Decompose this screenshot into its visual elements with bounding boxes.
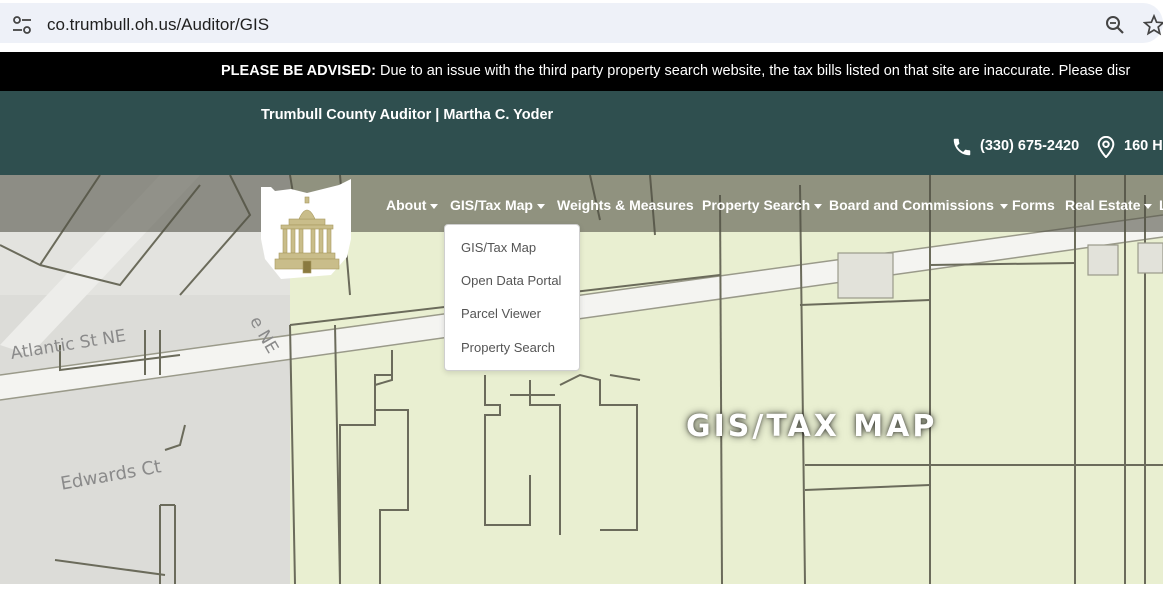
dropdown-item-open-data-portal[interactable]: Open Data Portal: [461, 273, 561, 288]
chevron-down-icon: [814, 203, 823, 209]
phone-icon: [953, 138, 971, 156]
url-text[interactable]: co.trumbull.oh.us/Auditor/GIS: [47, 15, 269, 35]
advisory-banner: PLEASE BE ADVISED: Due to an issue with …: [0, 52, 1163, 91]
nav-board-commissions[interactable]: Board and Commissions: [829, 197, 1008, 213]
nav-forms[interactable]: Forms: [1012, 197, 1055, 213]
advisory-label: PLEASE BE ADVISED:: [221, 63, 376, 79]
zoom-icon[interactable]: [1104, 14, 1126, 36]
gis-map-banner: Atlantic St NE e NE Edwards Ct: [0, 175, 1163, 584]
site-name[interactable]: Trumbull County Auditor | Martha C. Yode…: [261, 107, 553, 123]
location-pin-icon: [1097, 136, 1115, 158]
browser-toolbar: co.trumbull.oh.us/Auditor/GIS: [0, 0, 1163, 52]
chevron-down-icon: [430, 203, 439, 209]
advisory-message: Due to an issue with the third party pro…: [375, 63, 1131, 79]
address-bar[interactable]: co.trumbull.oh.us/Auditor/GIS: [0, 3, 1163, 43]
nav-property-label: Property Search: [702, 197, 811, 213]
chevron-down-icon: [536, 203, 545, 209]
nav-weights-measures[interactable]: Weights & Measures: [557, 197, 694, 213]
nav-board-label: Board and Commissions: [829, 197, 994, 213]
nav-gis-tax-map[interactable]: GIS/Tax Map: [450, 197, 545, 213]
chevron-down-icon: [1144, 203, 1153, 209]
dropdown-item-parcel-viewer[interactable]: Parcel Viewer: [461, 306, 541, 321]
site-header: Trumbull County Auditor | Martha C. Yode…: [0, 91, 1163, 175]
nav-gis-label: GIS/Tax Map: [450, 197, 533, 213]
parcel-map: [0, 175, 1163, 584]
nav-more[interactable]: L: [1159, 197, 1163, 213]
nav-about[interactable]: About: [386, 197, 439, 213]
chevron-down-icon: [999, 203, 1008, 209]
star-icon[interactable]: [1143, 14, 1163, 36]
nav-property-search[interactable]: Property Search: [702, 197, 823, 213]
dropdown-item-property-search[interactable]: Property Search: [461, 340, 555, 355]
nav-forms-label: Forms: [1012, 197, 1055, 213]
main-nav: About GIS/Tax Map Weights & Measures Pro…: [0, 175, 1163, 232]
nav-about-label: About: [386, 197, 427, 213]
gis-dropdown-menu: GIS/Tax Map Open Data Portal Parcel View…: [444, 224, 580, 371]
address-text[interactable]: 160 H: [1124, 138, 1163, 154]
dropdown-item-gis-tax-map[interactable]: GIS/Tax Map: [461, 240, 536, 255]
phone-number[interactable]: (330) 675-2420: [980, 138, 1079, 154]
tune-icon[interactable]: [12, 15, 32, 35]
nav-realestate-label: Real Estate: [1065, 197, 1141, 213]
nav-weights-label: Weights & Measures: [557, 197, 694, 213]
nav-more-label: L: [1159, 197, 1163, 213]
page-title: GIS/TAX MAP: [686, 409, 938, 444]
nav-real-estate[interactable]: Real Estate: [1065, 197, 1153, 213]
